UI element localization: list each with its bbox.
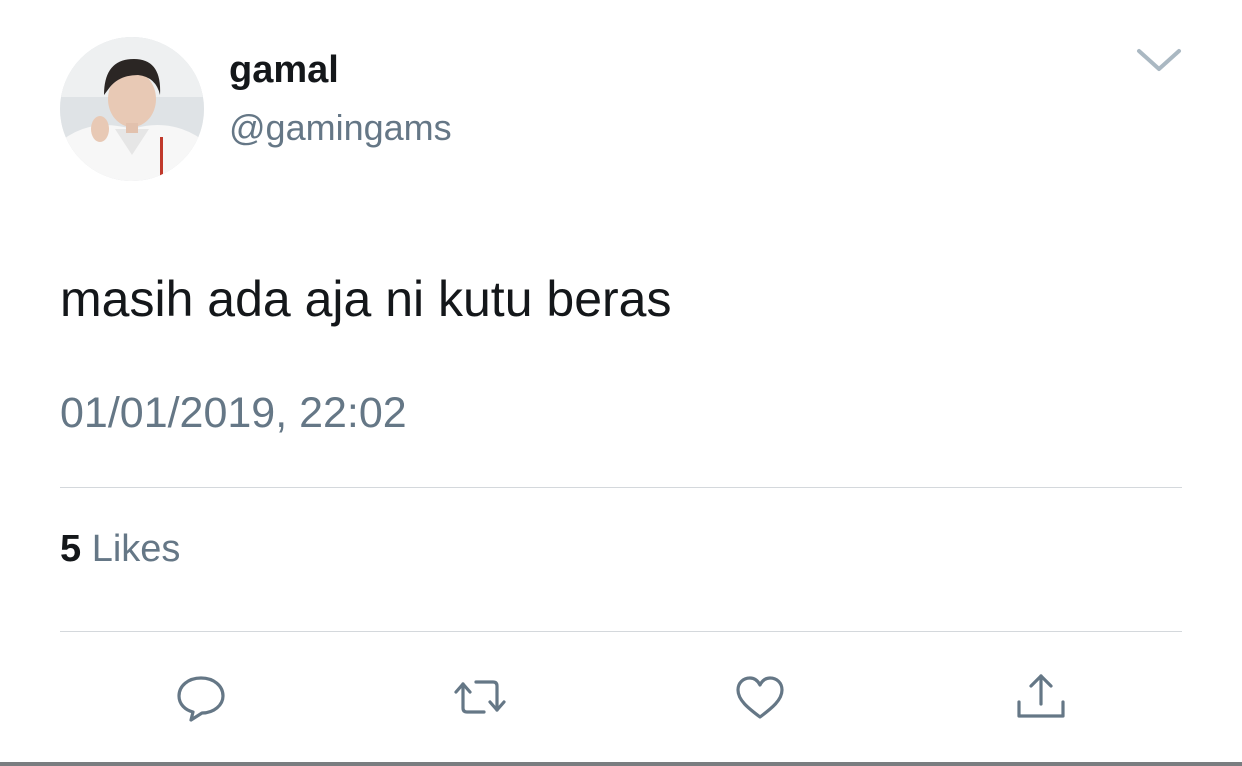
avatar[interactable] (60, 37, 204, 181)
bottom-border (0, 762, 1242, 766)
share-upload-icon (1017, 674, 1065, 718)
avatar-photo-icon (60, 37, 204, 181)
likes-stat[interactable]: 5 Likes (60, 524, 180, 574)
tweet-timestamp[interactable]: 01/01/2019, 22:02 (60, 386, 407, 440)
heart-icon (736, 676, 784, 719)
divider (60, 631, 1182, 632)
user-handle[interactable]: @gamingams (229, 105, 452, 151)
likes-count: 5 (60, 528, 82, 570)
retweet-button[interactable] (450, 670, 510, 726)
like-button[interactable] (730, 670, 790, 726)
chevron-down-icon[interactable] (1134, 42, 1184, 78)
speech-bubble-icon (177, 676, 225, 722)
retweet-icon (454, 680, 506, 714)
display-name[interactable]: gamal (229, 46, 339, 94)
share-button[interactable] (1011, 670, 1071, 726)
tweet-detail: gamal @gamingams masih ada aja ni kutu b… (0, 0, 1242, 766)
reply-button[interactable] (171, 670, 231, 726)
divider (60, 487, 1182, 488)
tweet-text: masih ada aja ni kutu beras (60, 271, 672, 327)
likes-label: Likes (91, 528, 181, 570)
